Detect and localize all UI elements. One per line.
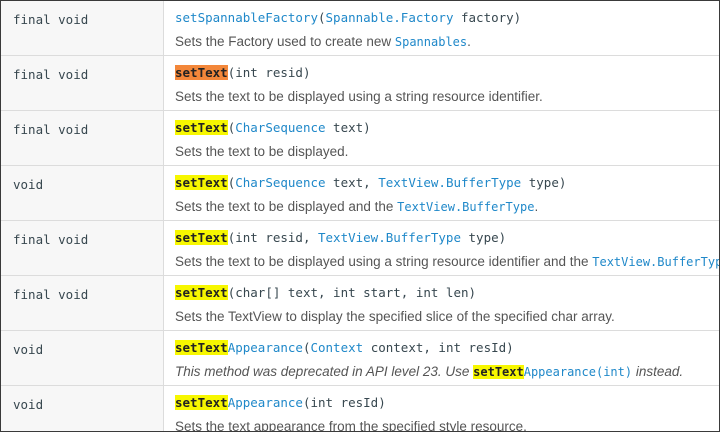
- search-highlight: setText: [175, 65, 228, 80]
- signature-text: text): [325, 120, 371, 135]
- method-signature: setText(int resid, TextView.BufferType t…: [175, 230, 506, 245]
- method-signature: setText(CharSequence text, TextView.Buff…: [175, 175, 566, 190]
- description-text: instead.: [632, 364, 684, 379]
- api-link[interactable]: TextView.BufferType: [397, 200, 534, 214]
- signature-text: (int resid,: [227, 230, 318, 245]
- search-highlight: setText: [175, 230, 228, 245]
- method-row: final void setText(int resid) Sets the t…: [1, 56, 719, 111]
- api-link[interactable]: TextView.BufferType: [378, 175, 521, 190]
- signature-text: (: [318, 10, 326, 25]
- return-type-cell: void: [1, 331, 164, 385]
- method-cell: setText(char[] text, int start, int len)…: [164, 276, 719, 330]
- signature-text: context, int resId): [363, 340, 514, 355]
- method-row: void setText(CharSequence text, TextView…: [1, 166, 719, 221]
- method-row: final void setText(CharSequence text) Se…: [1, 111, 719, 166]
- api-link[interactable]: TextView.BufferType: [592, 255, 719, 269]
- method-cell: setTextAppearance(Context context, int r…: [164, 331, 719, 385]
- signature-text: factory): [453, 10, 522, 25]
- method-signature: setTextAppearance(int resId): [175, 395, 386, 410]
- method-description: Sets the Factory used to create new Span…: [175, 34, 471, 49]
- method-description: Sets the text to be displayed and the Te…: [175, 199, 538, 214]
- api-link[interactable]: CharSequence: [235, 120, 325, 135]
- method-cell: setText(int resid, TextView.BufferType t…: [164, 221, 719, 275]
- method-row: final void setSpannableFactory(Spannable…: [1, 1, 719, 56]
- method-description: Sets the text to be displayed.: [175, 144, 348, 159]
- search-highlight: setText: [473, 365, 524, 379]
- signature-text: (char[] text, int start, int len): [227, 285, 477, 300]
- description-text: Sets the text appearance from the specif…: [175, 419, 527, 432]
- search-highlight: setText: [175, 340, 228, 355]
- method-summary-table: final void setSpannableFactory(Spannable…: [0, 0, 720, 432]
- method-row: void setTextAppearance(int resId) Sets t…: [1, 386, 719, 432]
- method-row: final void setText(char[] text, int star…: [1, 276, 719, 331]
- method-description: Sets the TextView to display the specifi…: [175, 309, 615, 324]
- method-description: Sets the text to be displayed using a st…: [175, 254, 719, 269]
- method-row: void setTextAppearance(Context context, …: [1, 331, 719, 386]
- description-text: Sets the text to be displayed using a st…: [175, 89, 543, 104]
- return-type-cell: final void: [1, 276, 164, 330]
- method-description: Sets the text appearance from the specif…: [175, 419, 527, 432]
- method-signature: setTextAppearance(Context context, int r…: [175, 340, 514, 355]
- return-type: void: [13, 342, 44, 357]
- search-highlight: setText: [175, 175, 228, 190]
- return-type: final void: [13, 232, 89, 247]
- return-type: final void: [13, 12, 89, 27]
- return-type-cell: final void: [1, 1, 164, 55]
- signature-text: text,: [325, 175, 379, 190]
- method-description: This method was deprecated in API level …: [175, 364, 683, 379]
- return-type: void: [13, 177, 44, 192]
- method-cell: setTextAppearance(int resId) Sets the te…: [164, 386, 719, 432]
- method-cell: setText(int resid) Sets the text to be d…: [164, 56, 719, 110]
- search-highlight: setText: [175, 285, 228, 300]
- api-link[interactable]: Appearance(int): [524, 365, 632, 379]
- return-type: final void: [13, 67, 89, 82]
- return-type-cell: final void: [1, 221, 164, 275]
- description-text: Sets the text to be displayed.: [175, 144, 349, 159]
- method-row: final void setText(int resid, TextView.B…: [1, 221, 719, 276]
- method-signature: setText(char[] text, int start, int len): [175, 285, 476, 300]
- api-link[interactable]: Spannables: [395, 35, 467, 49]
- description-text: .: [467, 34, 471, 49]
- method-cell: setText(CharSequence text) Sets the text…: [164, 111, 719, 165]
- return-type: final void: [13, 287, 89, 302]
- api-link[interactable]: Context: [310, 340, 363, 355]
- signature-text: (int resId): [302, 395, 386, 410]
- method-cell: setSpannableFactory(Spannable.Factory fa…: [164, 1, 719, 55]
- signature-text: (int resid): [227, 65, 311, 80]
- method-signature: setText(CharSequence text): [175, 120, 371, 135]
- description-text: Sets the TextView to display the specifi…: [175, 309, 615, 324]
- return-type-cell: final void: [1, 56, 164, 110]
- signature-text: type): [521, 175, 567, 190]
- search-highlight: setText: [175, 395, 228, 410]
- method-cell: setText(CharSequence text, TextView.Buff…: [164, 166, 719, 220]
- return-type-cell: void: [1, 386, 164, 431]
- api-link[interactable]: setSpannableFactory: [175, 10, 318, 25]
- description-text: This method was deprecated in API level …: [175, 364, 474, 379]
- api-link[interactable]: Appearance: [228, 340, 303, 355]
- search-highlight: setText: [175, 120, 228, 135]
- method-description: Sets the text to be displayed using a st…: [175, 89, 543, 104]
- signature-text: type): [461, 230, 507, 245]
- description-text: Sets the text to be displayed and the: [175, 199, 398, 214]
- api-link[interactable]: Appearance: [228, 395, 303, 410]
- description-text: Sets the Factory used to create new: [175, 34, 395, 49]
- api-link[interactable]: Spannable.Factory: [326, 10, 454, 25]
- description-text: Sets the text to be displayed using a st…: [175, 254, 593, 269]
- api-link[interactable]: TextView.BufferType: [318, 230, 461, 245]
- return-type: final void: [13, 122, 89, 137]
- return-type: void: [13, 397, 44, 412]
- api-link[interactable]: CharSequence: [235, 175, 325, 190]
- method-signature: setText(int resid): [175, 65, 310, 80]
- return-type-cell: void: [1, 166, 164, 220]
- return-type-cell: final void: [1, 111, 164, 165]
- method-signature: setSpannableFactory(Spannable.Factory fa…: [175, 10, 521, 25]
- description-text: .: [534, 199, 539, 214]
